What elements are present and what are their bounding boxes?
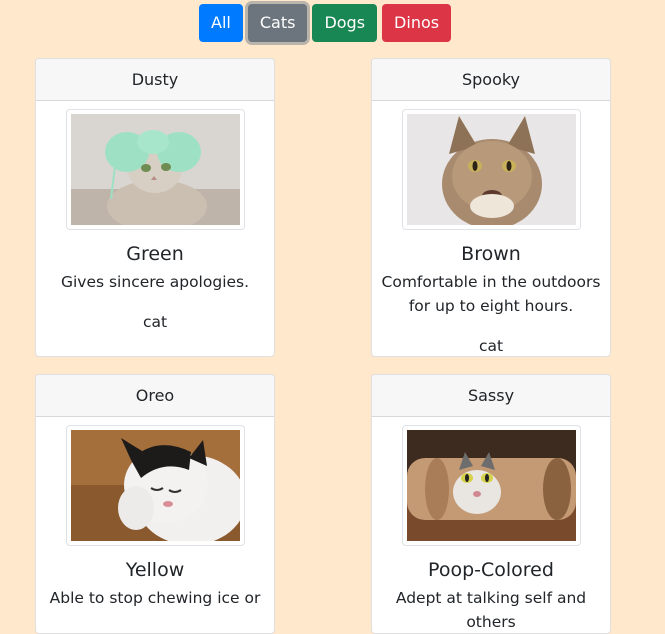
pet-color: Brown (461, 243, 521, 265)
pet-photo-frame (65, 425, 245, 546)
pet-photo-frame (65, 109, 245, 230)
pet-card-sassy: Sassy Poop-Colored Adept at talking self… (371, 374, 611, 634)
filter-bar: All Cats Dogs Dinos (199, 4, 452, 42)
pet-card-oreo: Oreo Yellow Able to stop chewing ice or (35, 374, 275, 634)
pet-description: Adept at talking self and others (395, 589, 587, 631)
filter-all-button[interactable]: All (199, 4, 243, 42)
pet-type: cat (478, 337, 504, 355)
pet-color: Poop-Colored (428, 559, 554, 581)
pet-photo (70, 114, 240, 225)
pet-description: Able to stop chewing ice or (49, 589, 261, 607)
pet-name: Oreo (36, 375, 274, 417)
pet-name: Spooky (372, 59, 610, 101)
pet-description: Comfortable in the outdoors for up to ei… (381, 273, 601, 315)
pet-photo (406, 430, 576, 541)
filter-dinos-button[interactable]: Dinos (382, 4, 452, 42)
pet-photo-frame (401, 425, 581, 546)
pet-name: Dusty (36, 59, 274, 101)
filter-dogs-button[interactable]: Dogs (312, 4, 378, 42)
pet-photo-frame (401, 109, 581, 230)
pet-card-spooky: Spooky Brown Comfortable in the outdoors… (371, 58, 611, 357)
pet-color: Yellow (125, 559, 185, 581)
filter-cats-button[interactable]: Cats (247, 4, 308, 42)
pet-description: Gives sincere apologies. (60, 273, 250, 291)
pet-color: Green (126, 243, 184, 265)
pet-photo (406, 114, 576, 225)
pet-name: Sassy (372, 375, 610, 417)
pet-photo (70, 430, 240, 541)
pet-type: cat (142, 313, 168, 331)
pet-card-dusty: Dusty Green Gives sincere apologies. cat (35, 58, 275, 357)
